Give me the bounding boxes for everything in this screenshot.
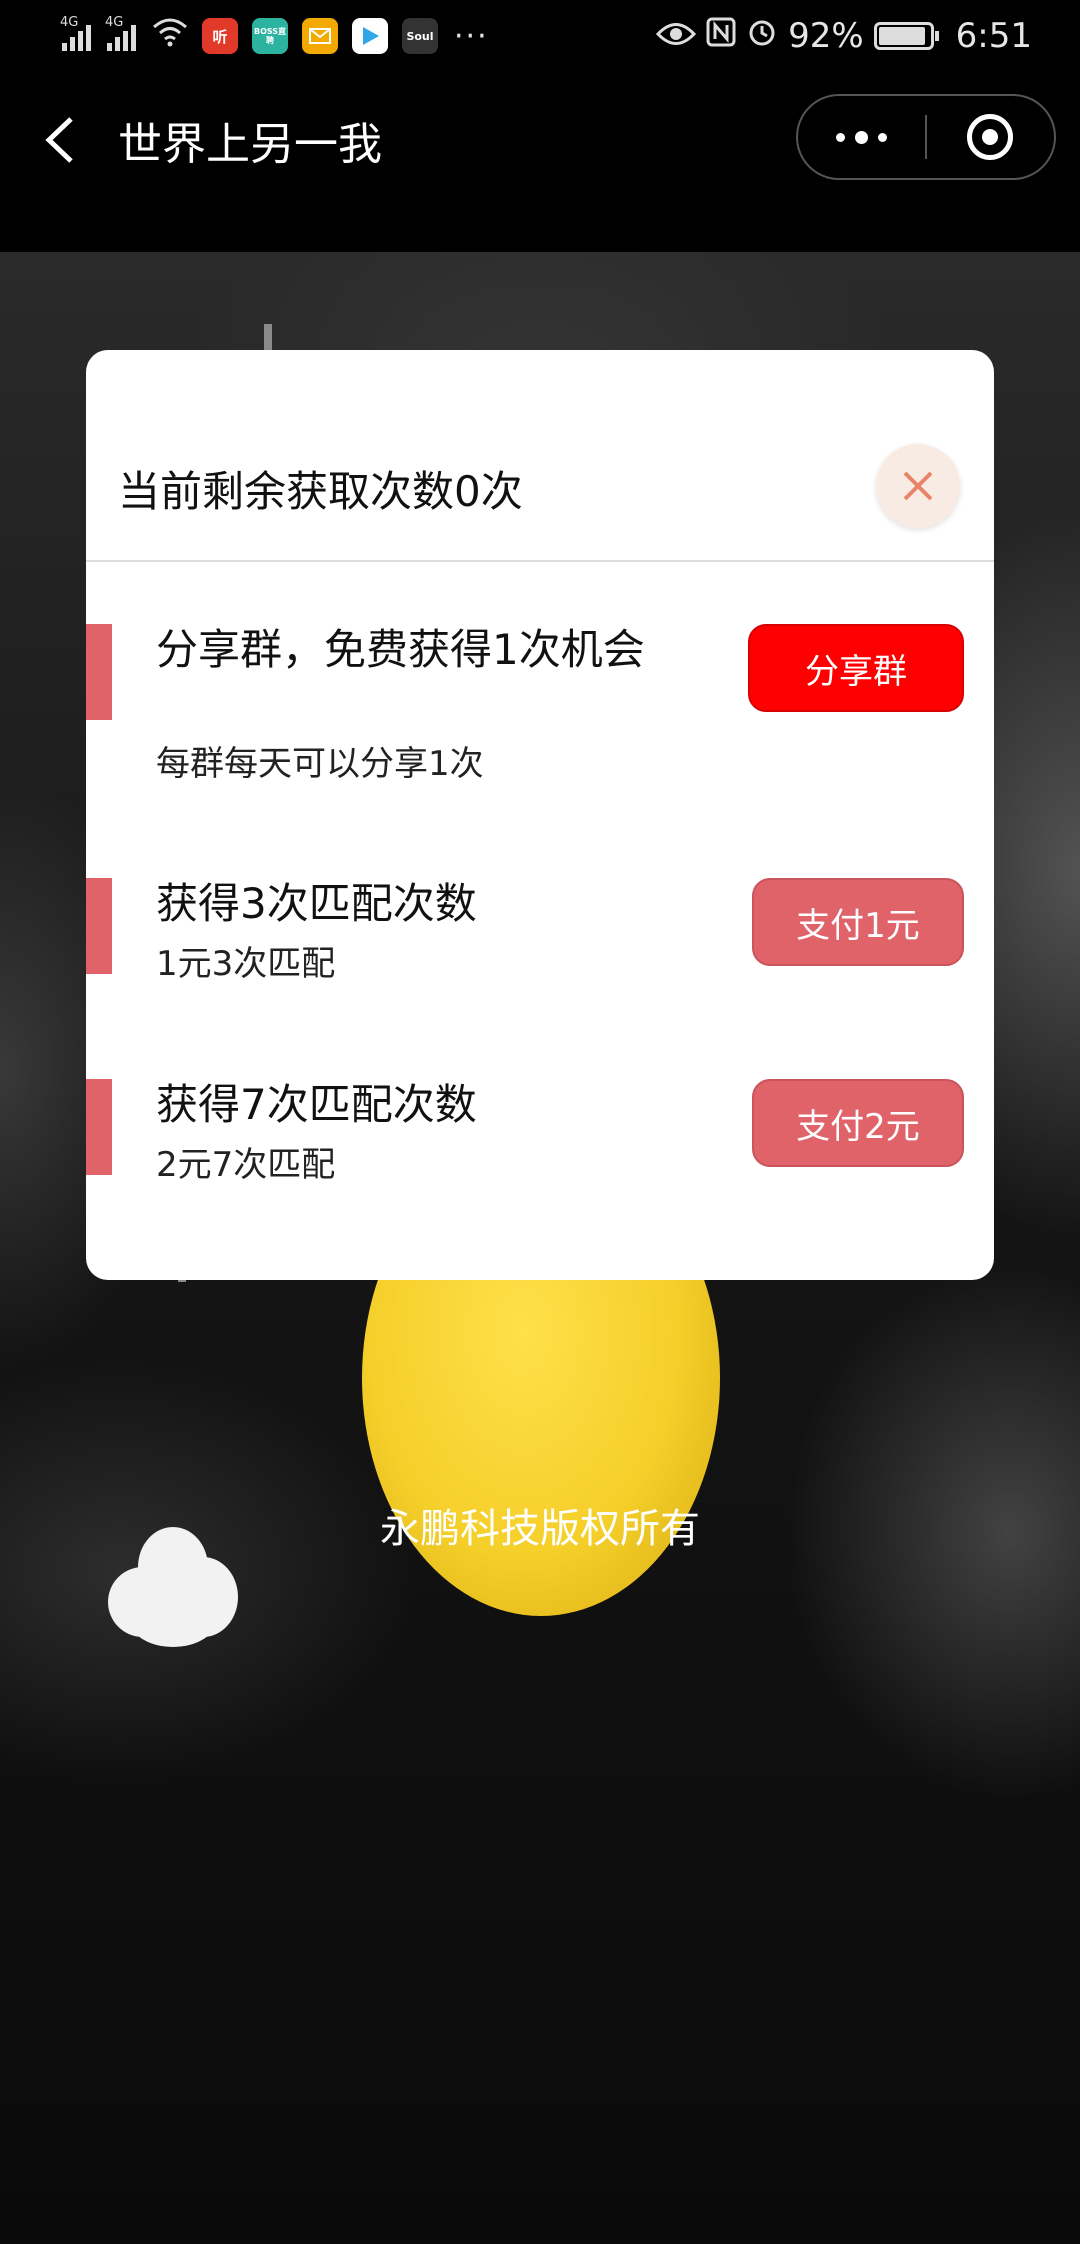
option-accent-bar [86,878,112,974]
close-button[interactable] [876,444,960,528]
pay-2-yuan-button[interactable]: 支付2元 [752,1079,964,1167]
share-group-button[interactable]: 分享群 [748,624,964,712]
mail-icon [302,18,338,54]
modal-header: 当前剩余获取次数0次 [86,350,994,562]
option-title: 获得3次匹配次数 [156,879,477,928]
more-dots-icon [836,132,845,142]
alarm-icon [746,16,778,57]
eye-icon [655,16,697,56]
option-subtitle: 1元3次匹配 [156,944,336,984]
app-icon-soul: Soul [402,18,438,54]
more-notifications-icon: ··· [454,18,489,54]
target-circle-icon [967,114,1014,160]
signal-icon: 4G [60,15,91,51]
app-icon-ting: 听 [202,18,238,54]
app-icon-boss: BOSS直聘 [252,18,288,54]
option-title: 获得7次匹配次数 [156,1080,477,1129]
purchase-modal: 当前剩余获取次数0次 分享群，免费获得1次机会 每群每天可以分享1次 分享群 获… [86,350,994,1280]
play-icon [352,18,388,54]
back-button[interactable] [30,100,90,180]
mini-program-capsule [796,94,1056,180]
battery-icon [873,22,939,50]
page-title: 世界上另一我 [118,119,382,170]
copyright-text: 永鹏科技版权所有 [380,1506,700,1552]
option-accent-bar [86,1079,112,1175]
status-bar: 4G 4G 听 BOSS直聘 Soul ··· 92% 6:51 [0,0,1080,72]
exit-mini-program-button[interactable] [927,96,1054,178]
wifi-icon [152,16,188,56]
nfc-icon [706,16,736,56]
signal-icon-2: 4G [105,15,136,51]
battery-percent: 92% [788,16,864,56]
option-accent-bar [86,624,112,720]
close-icon [903,471,933,501]
option-subtitle: 每群每天可以分享1次 [156,744,484,784]
clock: 6:51 [955,16,1032,56]
chevron-left-icon [45,117,73,163]
status-bar-right: 92% 6:51 [655,16,1032,57]
option-title: 分享群，免费获得1次机会 [156,625,645,674]
pay-1-yuan-button[interactable]: 支付1元 [752,878,964,966]
option-subtitle: 2元7次匹配 [156,1145,336,1185]
status-bar-left: 4G 4G 听 BOSS直聘 Soul ··· [60,15,489,56]
title-bar: 世界上另一我 [0,72,1080,252]
more-menu-button[interactable] [798,96,925,178]
modal-title: 当前剩余获取次数0次 [118,467,523,516]
